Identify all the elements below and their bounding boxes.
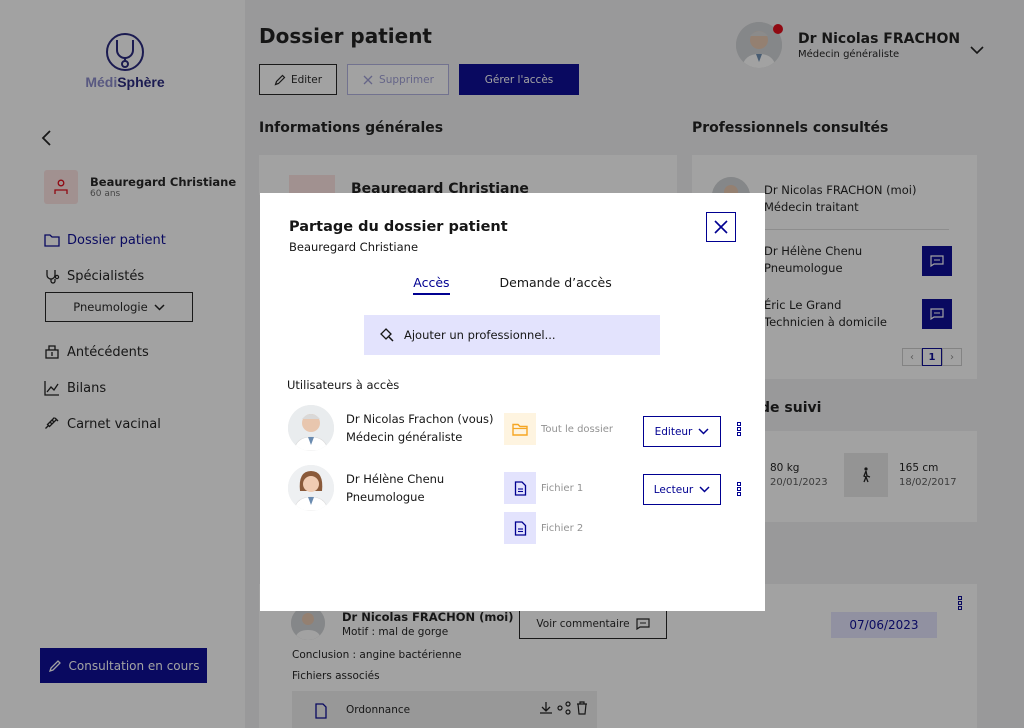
- search-icon: [380, 328, 394, 342]
- more-options-icon[interactable]: [736, 482, 742, 497]
- access-scope: Fichier 1: [504, 472, 583, 504]
- file-icon: [504, 472, 536, 504]
- modal-title: Partage du dossier patient: [289, 219, 508, 235]
- close-button[interactable]: [706, 212, 736, 242]
- chevron-down-icon: [699, 486, 710, 493]
- user-name: Dr Nicolas Frachon (vous): [346, 412, 494, 426]
- users-with-access-label: Utilisateurs à accès: [287, 378, 400, 392]
- user-role: Pneumologue: [346, 490, 425, 504]
- access-scope: Fichier 2: [504, 512, 583, 544]
- avatar: [288, 465, 334, 511]
- doctor-photo-icon: [288, 465, 334, 511]
- modal-tabs: Accès Demande d’accès: [260, 275, 765, 295]
- file-icon: [504, 512, 536, 544]
- user-role: Médecin généraliste: [346, 430, 463, 444]
- folder-icon: [504, 413, 536, 445]
- avatar: [288, 405, 334, 451]
- permission-select[interactable]: Editeur: [643, 416, 721, 447]
- chevron-down-icon: [698, 428, 709, 435]
- tab-acces[interactable]: Accès: [413, 275, 450, 295]
- search-placeholder: Ajouter un professionnel...: [404, 328, 556, 342]
- access-scope: Tout le dossier: [504, 413, 613, 445]
- more-options-icon[interactable]: [736, 422, 742, 437]
- tab-demande-acces[interactable]: Demande d’accès: [500, 275, 612, 295]
- doctor-photo-icon: [288, 405, 334, 451]
- close-icon: [714, 220, 728, 234]
- share-modal: Partage du dossier patient Beauregard Ch…: [260, 193, 765, 611]
- permission-select[interactable]: Lecteur: [643, 474, 721, 505]
- modal-subtitle: Beauregard Christiane: [289, 240, 419, 254]
- add-professional-input[interactable]: Ajouter un professionnel...: [364, 315, 660, 355]
- user-name: Dr Hélène Chenu: [346, 472, 445, 486]
